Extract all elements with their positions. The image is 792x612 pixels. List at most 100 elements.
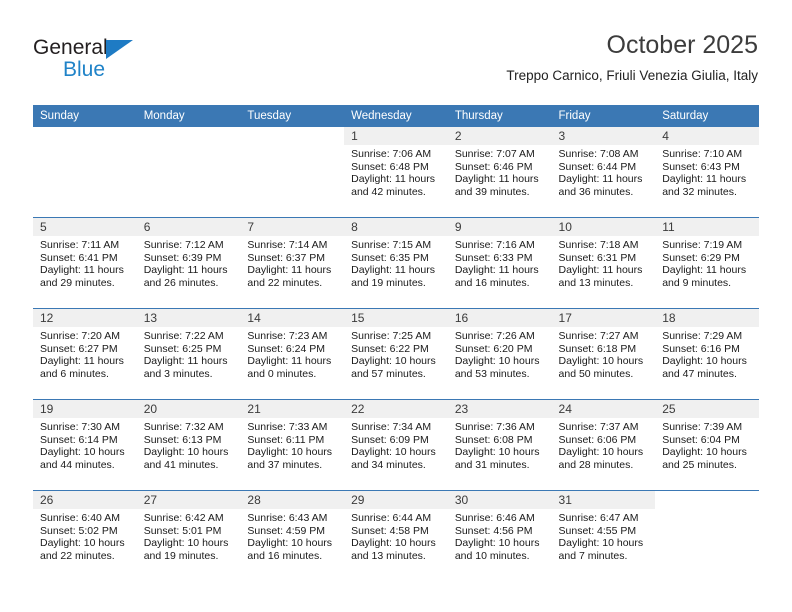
calendar-day-cell[interactable]: 29 Sunrise: 6:44 AM Sunset: 4:58 PM Dayligh… bbox=[344, 490, 448, 581]
sunset-time: Sunset: 4:58 PM bbox=[351, 524, 429, 537]
day-number: 4 bbox=[655, 127, 759, 145]
calendar-day-cell[interactable]: 22 Sunrise: 7:34 AM Sunset: 6:09 PM Dayligh… bbox=[344, 399, 448, 491]
day-cell-details: Sunrise: 7:08 AM Sunset: 6:44 PM Daylight:… bbox=[552, 145, 656, 198]
daylight-line-2: and 6 minutes. bbox=[40, 367, 109, 380]
day-cell-inner: 31 Sunrise: 6:47 AM Sunset: 4:55 PM Dayligh… bbox=[551, 491, 656, 581]
calendar-day-cell[interactable]: 1 Sunrise: 7:06 AM Sunset: 6:48 PM Daylight… bbox=[344, 127, 448, 218]
sunset-time: Sunset: 6:24 PM bbox=[247, 342, 326, 355]
daylight-line-2: and 53 minutes. bbox=[454, 367, 530, 380]
calendar-day-cell[interactable]: 15 Sunrise: 7:25 AM Sunset: 6:22 PM Dayligh… bbox=[344, 308, 448, 400]
calendar-day-cell[interactable]: 8 Sunrise: 7:15 AM Sunset: 6:35 PM Daylight… bbox=[344, 217, 448, 309]
day-cell-details: Sunrise: 7:20 AM Sunset: 6:27 PM Daylight:… bbox=[33, 327, 137, 380]
day-cell-inner: 8 Sunrise: 7:15 AM Sunset: 6:35 PM Daylight… bbox=[344, 218, 448, 308]
daylight-line-2: and 34 minutes. bbox=[351, 458, 426, 471]
calendar-day-cell[interactable]: 2 Sunrise: 7:07 AM Sunset: 6:46 PM Daylight… bbox=[447, 127, 552, 218]
calendar-day-cell[interactable]: 4 Sunrise: 7:10 AM Sunset: 6:43 PM Daylight… bbox=[655, 127, 759, 218]
calendar-day-cell[interactable]: 10 Sunrise: 7:18 AM Sunset: 6:31 PM Dayligh… bbox=[551, 217, 656, 309]
calendar-day-cell[interactable]: 3 Sunrise: 7:08 AM Sunset: 6:44 PM Daylight… bbox=[551, 127, 656, 218]
day-cell-inner: 18 Sunrise: 7:29 AM Sunset: 6:16 PM Dayligh… bbox=[655, 309, 759, 399]
daylight-line-1: Daylight: 10 hours bbox=[40, 446, 125, 459]
day-cell-details: Sunrise: 7:32 AM Sunset: 6:13 PM Daylight:… bbox=[137, 418, 241, 471]
calendar-day-cell[interactable]: 21 Sunrise: 7:33 AM Sunset: 6:11 PM Dayligh… bbox=[240, 399, 345, 491]
day-number: 3 bbox=[551, 127, 656, 145]
calendar-day-cell[interactable]: 23 Sunrise: 7:36 AM Sunset: 6:08 PM Dayligh… bbox=[447, 399, 552, 491]
day-cell-details: Sunrise: 7:10 AM Sunset: 6:43 PM Daylight:… bbox=[655, 145, 759, 198]
calendar-day-cell[interactable]: 11 Sunrise: 7:19 AM Sunset: 6:29 PM Dayligh… bbox=[655, 217, 759, 309]
day-number: 25 bbox=[655, 400, 759, 418]
calendar-day-cell[interactable]: 5 Sunrise: 7:11 AM Sunset: 6:41 PM Daylight… bbox=[33, 217, 137, 309]
day-cell-details: Sunrise: 7:34 AM Sunset: 6:09 PM Daylight:… bbox=[344, 418, 448, 471]
day-number: 17 bbox=[551, 309, 656, 327]
calendar-day-cell[interactable]: 17 Sunrise: 7:27 AM Sunset: 6:18 PM Dayligh… bbox=[551, 308, 656, 400]
sunset-time: Sunset: 6:35 PM bbox=[351, 251, 429, 264]
day-cell-details: Sunrise: 7:36 AM Sunset: 6:08 PM Daylight:… bbox=[448, 418, 552, 471]
day-cell-inner: 9 Sunrise: 7:16 AM Sunset: 6:33 PM Daylight… bbox=[447, 218, 552, 308]
daylight-line-1: Daylight: 10 hours bbox=[558, 537, 644, 550]
day-number: 24 bbox=[551, 400, 656, 418]
day-number bbox=[655, 491, 759, 509]
calendar-week-row: 5 Sunrise: 7:11 AM Sunset: 6:41 PM Daylight… bbox=[33, 217, 759, 309]
calendar-day-cell[interactable]: 13 Sunrise: 7:22 AM Sunset: 6:25 PM Dayligh… bbox=[136, 308, 241, 400]
calendar-day-cell[interactable]: 7 Sunrise: 7:14 AM Sunset: 6:37 PM Daylight… bbox=[240, 217, 345, 309]
sunset-time: Sunset: 4:59 PM bbox=[247, 524, 326, 537]
daylight-line-1: Daylight: 10 hours bbox=[454, 537, 540, 550]
sunrise-time: Sunrise: 6:47 AM bbox=[558, 512, 639, 524]
calendar-day-cell[interactable]: 20 Sunrise: 7:32 AM Sunset: 6:13 PM Dayligh… bbox=[136, 399, 241, 491]
day-number: 18 bbox=[655, 309, 759, 327]
day-number bbox=[137, 127, 241, 145]
calendar-day-cell[interactable]: 30 Sunrise: 6:46 AM Sunset: 4:56 PM Dayligh… bbox=[447, 490, 552, 581]
day-cell-details: Sunrise: 7:26 AM Sunset: 6:20 PM Daylight:… bbox=[448, 327, 552, 380]
sunset-time: Sunset: 6:20 PM bbox=[454, 342, 533, 355]
calendar-day-cell[interactable]: 25 Sunrise: 7:39 AM Sunset: 6:04 PM Dayligh… bbox=[655, 399, 759, 491]
sunset-time: Sunset: 6:44 PM bbox=[558, 160, 637, 173]
daylight-line-1: Daylight: 10 hours bbox=[143, 537, 229, 550]
sunset-time: Sunset: 6:41 PM bbox=[40, 251, 118, 264]
daylight-line-2: and 9 minutes. bbox=[662, 276, 732, 289]
general-blue-logo[interactable]: General Blue bbox=[33, 36, 173, 84]
day-cell-details: Sunrise: 7:12 AM Sunset: 6:39 PM Daylight:… bbox=[137, 236, 241, 289]
daylight-line-1: Daylight: 11 hours bbox=[143, 355, 228, 368]
daylight-line-2: and 42 minutes. bbox=[351, 185, 426, 198]
calendar-day-cell[interactable]: 27 Sunrise: 6:42 AM Sunset: 5:01 PM Dayligh… bbox=[136, 490, 241, 581]
day-cell-inner: 15 Sunrise: 7:25 AM Sunset: 6:22 PM Dayligh… bbox=[344, 309, 448, 399]
calendar-page: General Blue October 2025 Treppo Carnico… bbox=[0, 0, 792, 612]
sunset-time: Sunset: 6:48 PM bbox=[351, 160, 429, 173]
daylight-line-2: and 47 minutes. bbox=[662, 367, 737, 380]
day-number: 2 bbox=[447, 127, 552, 145]
calendar-day-cell[interactable]: 6 Sunrise: 7:12 AM Sunset: 6:39 PM Daylight… bbox=[136, 217, 241, 309]
daylight-line-2: and 13 minutes. bbox=[351, 549, 426, 562]
weekday-header-monday: Monday bbox=[136, 105, 241, 127]
day-cell-details: Sunrise: 7:39 AM Sunset: 6:04 PM Daylight:… bbox=[655, 418, 759, 471]
calendar-day-cell[interactable]: 9 Sunrise: 7:16 AM Sunset: 6:33 PM Daylight… bbox=[447, 217, 552, 309]
day-cell-inner bbox=[137, 127, 241, 217]
calendar-day-cell[interactable]: 24 Sunrise: 7:37 AM Sunset: 6:06 PM Dayligh… bbox=[551, 399, 656, 491]
daylight-line-1: Daylight: 10 hours bbox=[247, 537, 333, 550]
calendar-day-cell[interactable]: 12 Sunrise: 7:20 AM Sunset: 6:27 PM Dayligh… bbox=[33, 308, 137, 400]
day-number: 23 bbox=[447, 400, 552, 418]
day-cell-inner: 28 Sunrise: 6:43 AM Sunset: 4:59 PM Dayligh… bbox=[240, 491, 345, 581]
daylight-line-2: and 22 minutes. bbox=[40, 549, 115, 562]
sunset-time: Sunset: 6:22 PM bbox=[351, 342, 429, 355]
sunset-time: Sunset: 6:13 PM bbox=[143, 433, 222, 446]
calendar-day-cell[interactable]: 28 Sunrise: 6:43 AM Sunset: 4:59 PM Dayligh… bbox=[240, 490, 345, 581]
daylight-line-1: Daylight: 11 hours bbox=[40, 264, 124, 277]
calendar-day-cell[interactable]: 26 Sunrise: 6:40 AM Sunset: 5:02 PM Dayligh… bbox=[33, 490, 137, 581]
day-cell-details: Sunrise: 7:33 AM Sunset: 6:11 PM Daylight:… bbox=[240, 418, 344, 471]
calendar-day-cell[interactable]: 18 Sunrise: 7:29 AM Sunset: 6:16 PM Dayligh… bbox=[655, 308, 759, 400]
day-cell-inner: 11 Sunrise: 7:19 AM Sunset: 6:29 PM Dayligh… bbox=[655, 218, 759, 308]
weekday-header-thursday: Thursday bbox=[447, 105, 552, 127]
day-cell-inner: 29 Sunrise: 6:44 AM Sunset: 4:58 PM Dayligh… bbox=[344, 491, 448, 581]
calendar-day-cell[interactable]: 31 Sunrise: 6:47 AM Sunset: 4:55 PM Dayligh… bbox=[551, 490, 656, 581]
weekday-header-friday: Friday bbox=[551, 105, 656, 127]
sunrise-time: Sunrise: 7:29 AM bbox=[662, 330, 743, 342]
day-number: 27 bbox=[136, 491, 241, 509]
day-cell-inner: 2 Sunrise: 7:07 AM Sunset: 6:46 PM Daylight… bbox=[447, 127, 552, 217]
calendar-day-cell[interactable]: 16 Sunrise: 7:26 AM Sunset: 6:20 PM Dayligh… bbox=[447, 308, 552, 400]
sunset-time: Sunset: 6:06 PM bbox=[558, 433, 637, 446]
sunrise-time: Sunrise: 7:16 AM bbox=[454, 239, 535, 251]
day-cell-details: Sunrise: 6:46 AM Sunset: 4:56 PM Daylight:… bbox=[448, 509, 552, 562]
day-cell-inner: 16 Sunrise: 7:26 AM Sunset: 6:20 PM Dayligh… bbox=[447, 309, 552, 399]
calendar-day-cell[interactable]: 19 Sunrise: 7:30 AM Sunset: 6:14 PM Dayligh… bbox=[33, 399, 137, 491]
daylight-line-2: and 7 minutes. bbox=[558, 549, 628, 562]
calendar-day-cell[interactable]: 14 Sunrise: 7:23 AM Sunset: 6:24 PM Dayligh… bbox=[240, 308, 345, 400]
